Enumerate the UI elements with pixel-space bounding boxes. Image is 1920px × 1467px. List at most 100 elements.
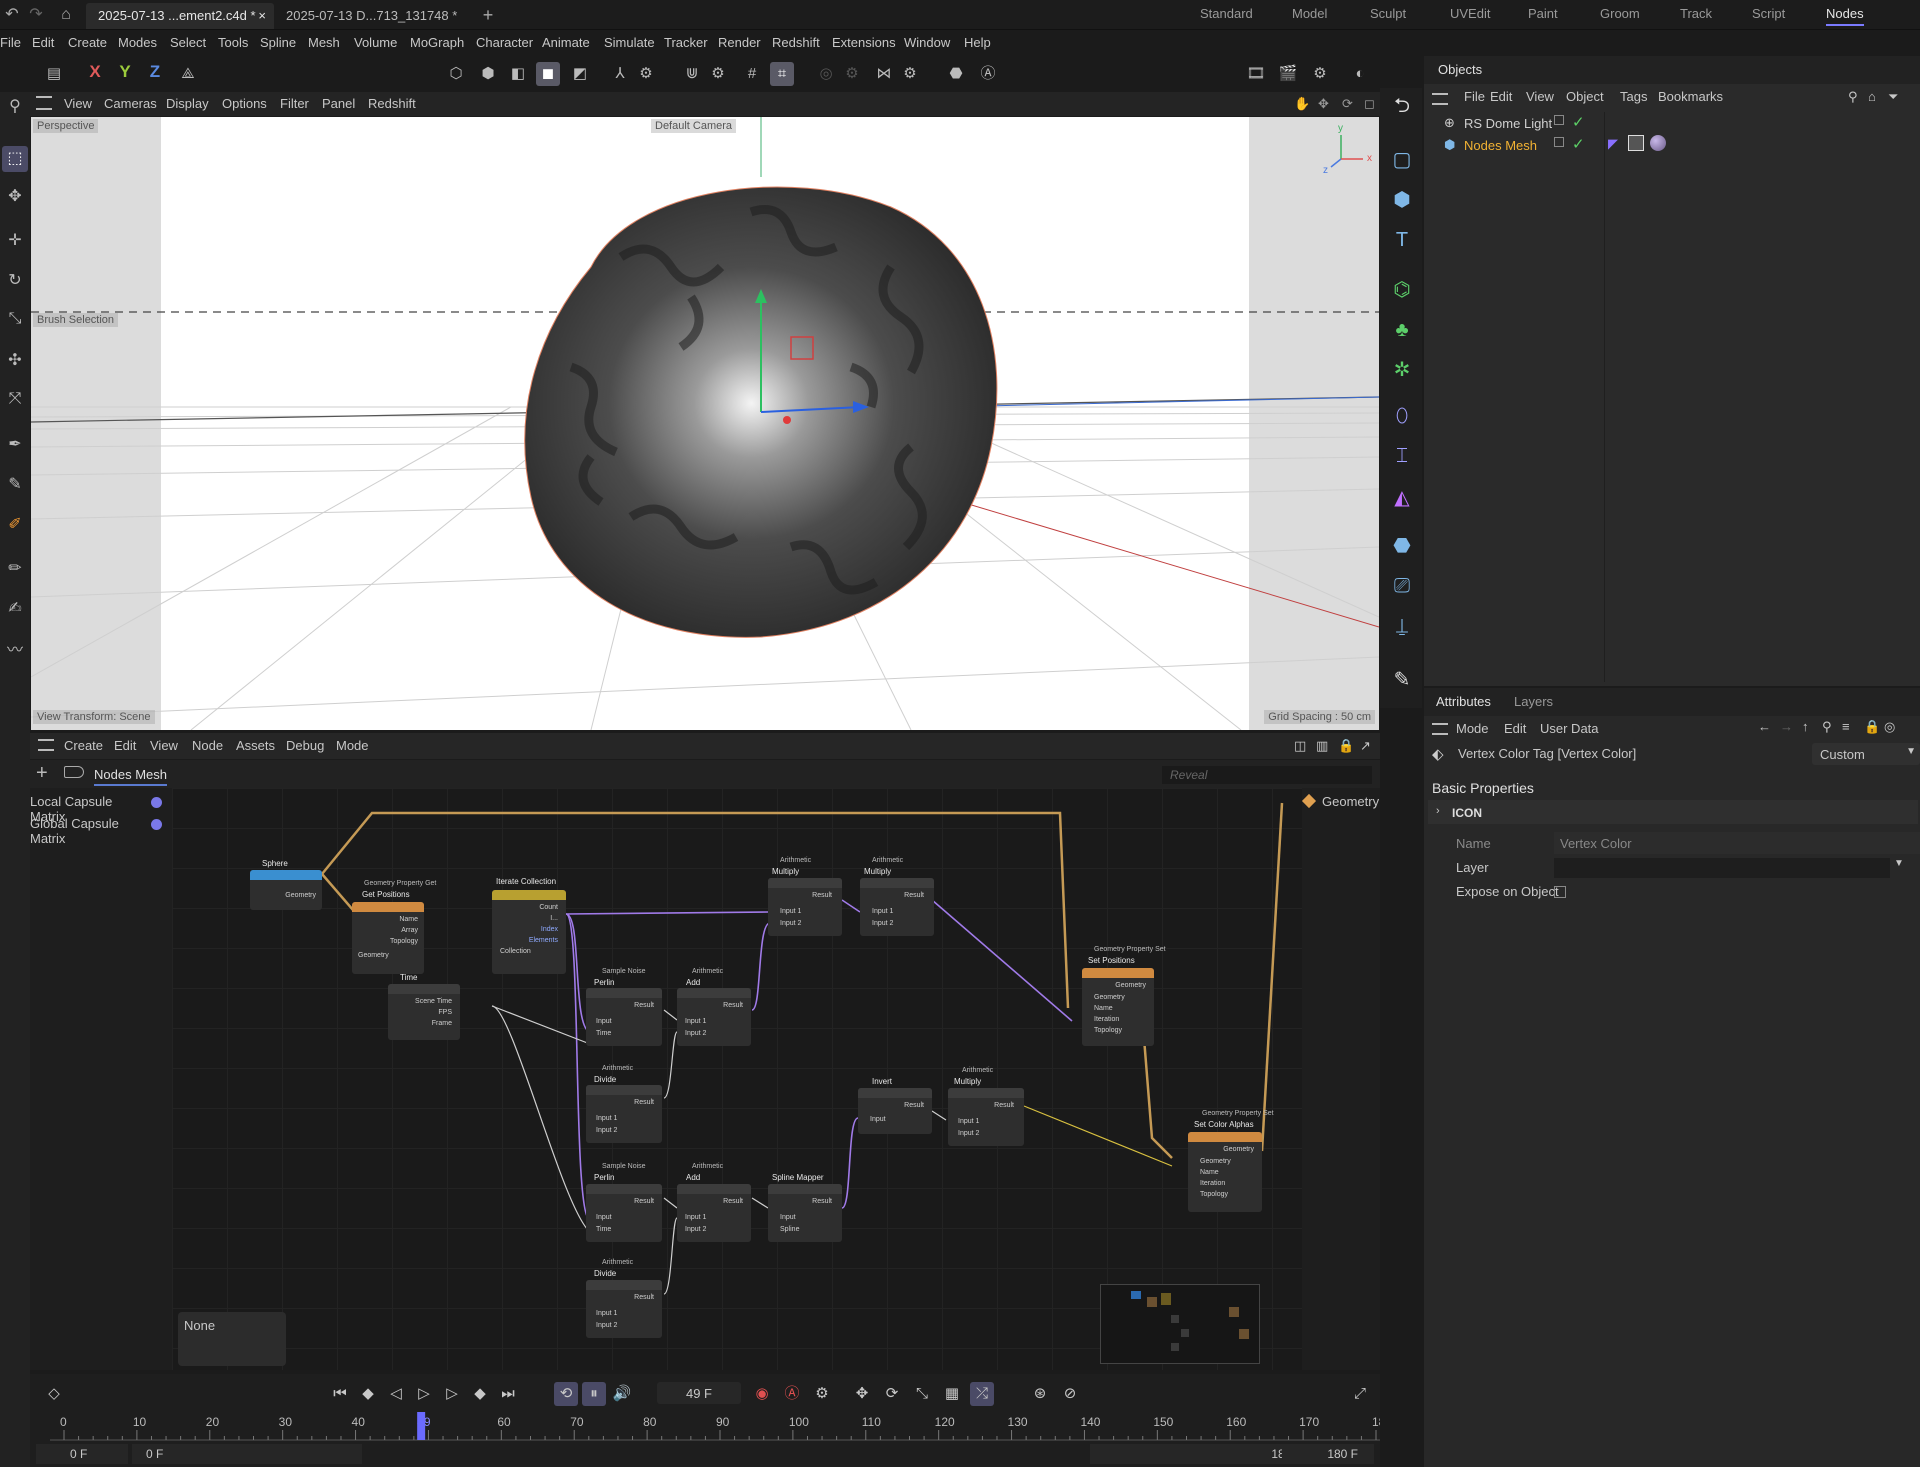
menu-extensions[interactable]: Extensions: [832, 35, 896, 50]
parent-object-icon[interactable]: ⮌: [1388, 92, 1416, 120]
symmetry-icon[interactable]: ⋈: [872, 62, 896, 86]
auto-key-icon[interactable]: Ⓐ: [780, 1382, 804, 1406]
tab-attributes[interactable]: Attributes: [1436, 694, 1491, 709]
divide-node-1[interactable]: Result Input 1 Input 2: [586, 1085, 662, 1143]
viewport-maximize-icon[interactable]: ◻: [1364, 96, 1375, 112]
port-geometry[interactable]: Geometry: [285, 892, 316, 899]
noise-sphere-mesh[interactable]: [524, 186, 998, 638]
back-arrow-icon[interactable]: ←: [1758, 719, 1771, 734]
sculpt-icon[interactable]: 〰: [2, 638, 28, 664]
viewport-solo-icon[interactable]: ⬣: [944, 62, 968, 86]
y-axis-lock-button[interactable]: Y: [114, 62, 136, 82]
x-axis-lock-button[interactable]: X: [84, 62, 106, 82]
3d-viewport[interactable]: x y z Perspective Default Camera Brush S…: [31, 117, 1379, 730]
point-level-icon[interactable]: ⤮: [970, 1382, 994, 1406]
enabled-checkmark-icon[interactable]: ✓: [1572, 113, 1585, 131]
tab-layers[interactable]: Layers: [1514, 694, 1553, 709]
reveal-search-input[interactable]: Reveal: [1162, 766, 1372, 784]
light-icon[interactable]: ⍊: [1388, 612, 1416, 640]
port-time[interactable]: Time: [596, 1226, 611, 1233]
om-home-icon[interactable]: ⌂: [1868, 89, 1876, 104]
output-port-icon[interactable]: [1301, 793, 1317, 809]
fracture-icon[interactable]: ♣: [1388, 316, 1416, 344]
attribute-hamburger-icon[interactable]: [1432, 723, 1448, 735]
port-geometry-out[interactable]: Geometry: [1223, 1146, 1254, 1153]
port-elements[interactable]: Elements: [529, 937, 558, 944]
deformer-icon[interactable]: ⬯: [1388, 402, 1416, 430]
live-selection-icon[interactable]: ⚲: [2, 94, 28, 120]
home-icon[interactable]: ⌂: [56, 5, 76, 25]
viewport-menu-filter[interactable]: Filter: [280, 96, 309, 111]
ne-menu-mode[interactable]: Mode: [336, 738, 369, 753]
om-menu-tags[interactable]: Tags: [1620, 89, 1647, 104]
play-icon[interactable]: ▷: [412, 1382, 436, 1406]
sphere-node[interactable]: Geometry: [250, 870, 322, 910]
edges-mode-icon[interactable]: ⬢: [476, 62, 500, 86]
port-collection[interactable]: Collection: [500, 948, 531, 955]
layer-dropdown-icon[interactable]: ▼: [1894, 858, 1904, 869]
perlin-node-1[interactable]: Result Input Time: [586, 988, 662, 1046]
ne-menu-view[interactable]: View: [150, 738, 178, 753]
menu-create[interactable]: Create: [68, 35, 107, 50]
render-settings-icon[interactable]: ⚙: [1308, 62, 1332, 86]
camera-icon[interactable]: ⎚: [1388, 572, 1416, 600]
viewport-menu-options[interactable]: Options: [222, 96, 267, 111]
grid-snap-icon[interactable]: ⌗: [770, 62, 794, 86]
layout-tab-nodes[interactable]: Nodes: [1826, 6, 1864, 26]
visibility-toggle[interactable]: [1554, 137, 1564, 147]
port-dot-icon[interactable]: [151, 819, 162, 830]
spline-sketch-icon[interactable]: ✎: [2, 472, 28, 498]
parameter-key-icon[interactable]: ▦: [940, 1382, 964, 1406]
port-spline[interactable]: Spline: [780, 1226, 799, 1233]
port-input-2[interactable]: Input 2: [596, 1322, 617, 1329]
menu-mograph[interactable]: MoGraph: [410, 35, 464, 50]
port-input-1[interactable]: Input 1: [872, 908, 893, 915]
layout-tab-track[interactable]: Track: [1680, 6, 1712, 21]
port-name[interactable]: Name: [1200, 1169, 1219, 1176]
keyframe-icon[interactable]: ◇: [42, 1382, 66, 1406]
ne-menu-node[interactable]: Node: [192, 738, 223, 753]
menu-spline[interactable]: Spline: [260, 35, 296, 50]
am-menu-user-data[interactable]: User Data: [1540, 721, 1599, 736]
port-topology[interactable]: Topology: [1094, 1027, 1122, 1034]
viewport-pan-icon[interactable]: ✋: [1294, 96, 1310, 112]
port-result[interactable]: Result: [723, 1198, 743, 1205]
global-capsule-matrix-port[interactable]: Global Capsule Matrix: [30, 816, 144, 846]
port-i[interactable]: I...: [550, 915, 558, 922]
split-view-icon[interactable]: ◫: [1294, 738, 1306, 754]
bend-icon[interactable]: ⌶: [1388, 442, 1416, 470]
port-iteration[interactable]: Iteration: [1200, 1180, 1225, 1187]
selection-tool-icon[interactable]: ⬚: [2, 146, 28, 172]
port-result[interactable]: Result: [634, 1002, 654, 1009]
add-node-icon[interactable]: +: [36, 762, 48, 785]
divide-node-2[interactable]: Result Input 1 Input 2: [586, 1280, 662, 1338]
menu-help[interactable]: Help: [964, 35, 991, 50]
add-node-2[interactable]: Result Input 1 Input 2: [677, 1184, 751, 1242]
menu-character[interactable]: Character: [476, 35, 533, 50]
spline-smooth-icon[interactable]: ✐: [2, 512, 28, 538]
soft-selection-settings-icon[interactable]: ⚙: [840, 62, 864, 86]
scale-icon[interactable]: ⤡: [2, 306, 28, 332]
get-positions-node[interactable]: Name Array Topology Geometry: [352, 902, 424, 974]
layer-field[interactable]: [1554, 858, 1890, 878]
object-row-nodes-mesh[interactable]: ⬢ Nodes Mesh ✓ ◤: [1424, 134, 1920, 156]
uv-mode-icon[interactable]: ◩: [568, 62, 592, 86]
menu-redshift[interactable]: Redshift: [772, 35, 820, 50]
port-time[interactable]: Time: [596, 1030, 611, 1037]
om-search-icon[interactable]: ⚲: [1848, 89, 1858, 105]
preset-dropdown[interactable]: Custom ▼: [1812, 743, 1920, 765]
port-input-2[interactable]: Input 2: [685, 1226, 706, 1233]
next-key-icon[interactable]: ◆: [468, 1382, 492, 1406]
soft-selection-icon[interactable]: ◎: [814, 62, 838, 86]
port-result[interactable]: Result: [904, 892, 924, 899]
multiply-node-2[interactable]: Result Input 1 Input 2: [860, 878, 934, 936]
port-input-1[interactable]: Input 1: [958, 1118, 979, 1125]
viewport-menu-display[interactable]: Display: [166, 96, 209, 111]
text-object-icon[interactable]: T: [1388, 226, 1416, 254]
menu-tools[interactable]: Tools: [218, 35, 248, 50]
port-result[interactable]: Result: [904, 1102, 924, 1109]
port-input[interactable]: Input: [596, 1214, 612, 1221]
port-input-2[interactable]: Input 2: [780, 920, 801, 927]
polygons-mode-icon[interactable]: ◧: [506, 62, 530, 86]
up-arrow-icon[interactable]: ↑: [1802, 719, 1809, 734]
